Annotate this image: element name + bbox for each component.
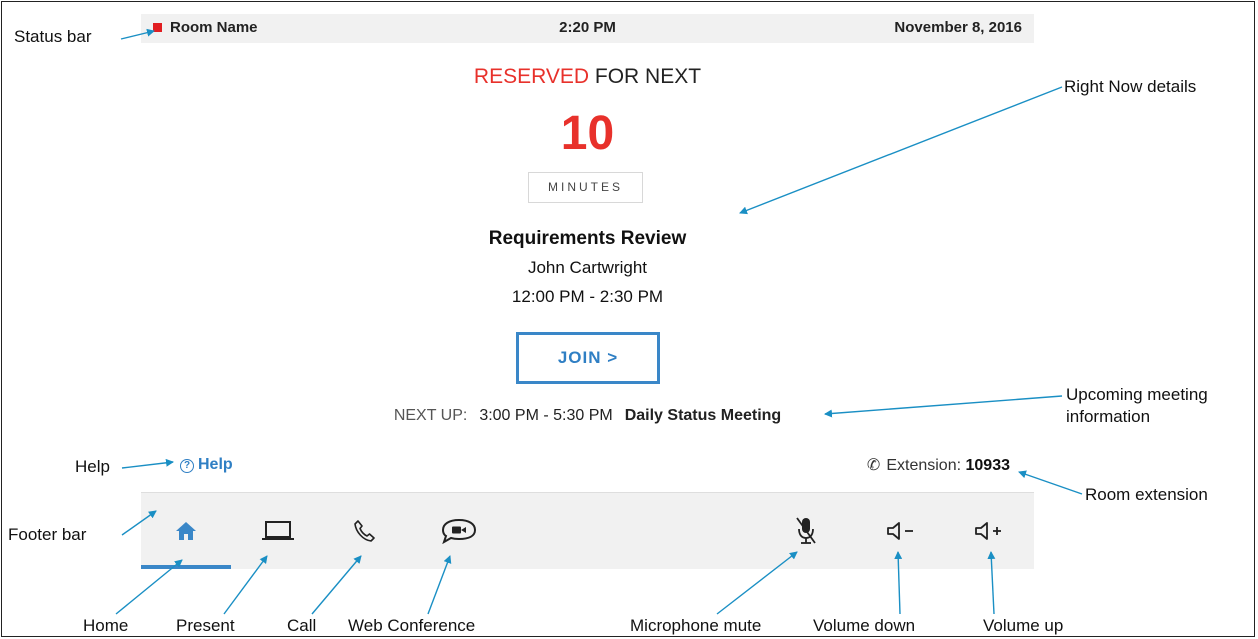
arrow-home	[115, 559, 183, 615]
arrow-call	[311, 555, 362, 615]
arrow-upcoming-meeting	[824, 395, 1063, 418]
callout-arrows	[115, 28, 1083, 615]
arrow-footer-bar	[121, 510, 157, 536]
arrow-help	[121, 458, 174, 469]
arrow-volume-up	[987, 551, 996, 615]
arrow-room-extension	[1018, 470, 1083, 495]
arrow-web-conference	[427, 555, 452, 615]
arrow-present	[223, 555, 268, 615]
arrow-right-now-details	[739, 86, 1063, 215]
arrow-microphone-mute	[716, 551, 798, 615]
arrow-status-bar	[120, 28, 155, 40]
arrow-volume-down	[894, 551, 903, 615]
